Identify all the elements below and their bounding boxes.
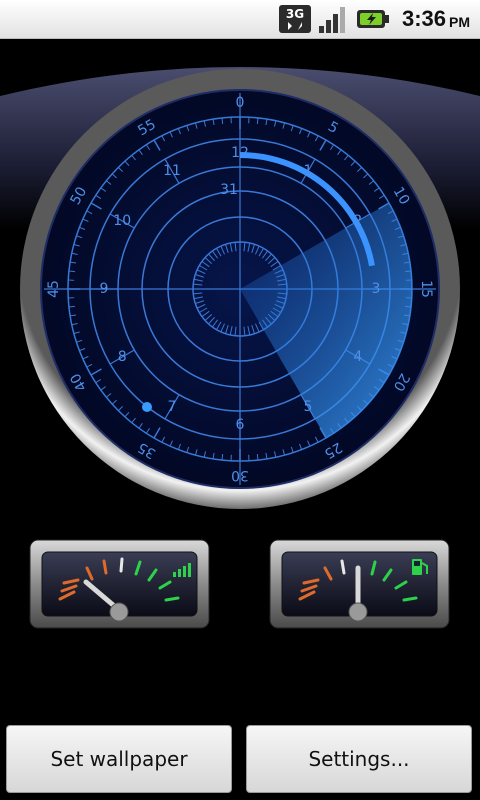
radar-outer-label: 0 xyxy=(236,95,245,111)
radar-hour-label: 1 xyxy=(304,163,313,179)
radar-hour-label: 8 xyxy=(118,349,127,365)
radar-hour-label: 10 xyxy=(113,213,131,229)
svg-text:3G: 3G xyxy=(286,7,304,21)
radar-hour-label: 11 xyxy=(163,163,181,179)
radar-hour-label: 9 xyxy=(100,281,109,297)
radar-hour-label: 5 xyxy=(304,399,313,415)
signal-gauge xyxy=(29,539,210,629)
radar-day-label: 31 xyxy=(220,182,238,198)
signal-strength-icon xyxy=(318,0,350,38)
radar-hour-label: 3 xyxy=(372,281,381,297)
radar-hour-label: 7 xyxy=(168,399,177,415)
radar-wallpaper-scene: 0 5 10 15 20 25 30 35 40 45 50 55 12 1 2… xyxy=(0,67,480,629)
set-wallpaper-label: Set wallpaper xyxy=(50,747,188,771)
bottom-button-bar: Set wallpaper Settings... xyxy=(0,718,480,800)
radar-hour-label: 12 xyxy=(231,145,249,161)
radar-hour-label: 2 xyxy=(353,213,362,229)
fuel-gauge xyxy=(269,539,450,629)
settings-button[interactable]: Settings... xyxy=(246,725,472,793)
radar-outer-label: 15 xyxy=(418,280,434,298)
battery-charging-icon xyxy=(356,0,390,38)
settings-label: Settings... xyxy=(308,747,410,771)
status-bar: 3G 3:36 PM xyxy=(0,0,480,39)
network-3g-icon: 3G xyxy=(278,0,312,38)
radar-blip xyxy=(142,402,152,412)
radar-hour-label: 6 xyxy=(236,417,245,433)
set-wallpaper-button[interactable]: Set wallpaper xyxy=(6,725,232,793)
radar-outer-label: 45 xyxy=(46,280,62,298)
clock-time: 3:36 PM xyxy=(401,6,470,31)
radar-hour-label: 4 xyxy=(353,349,362,365)
radar-outer-label: 30 xyxy=(231,467,249,483)
